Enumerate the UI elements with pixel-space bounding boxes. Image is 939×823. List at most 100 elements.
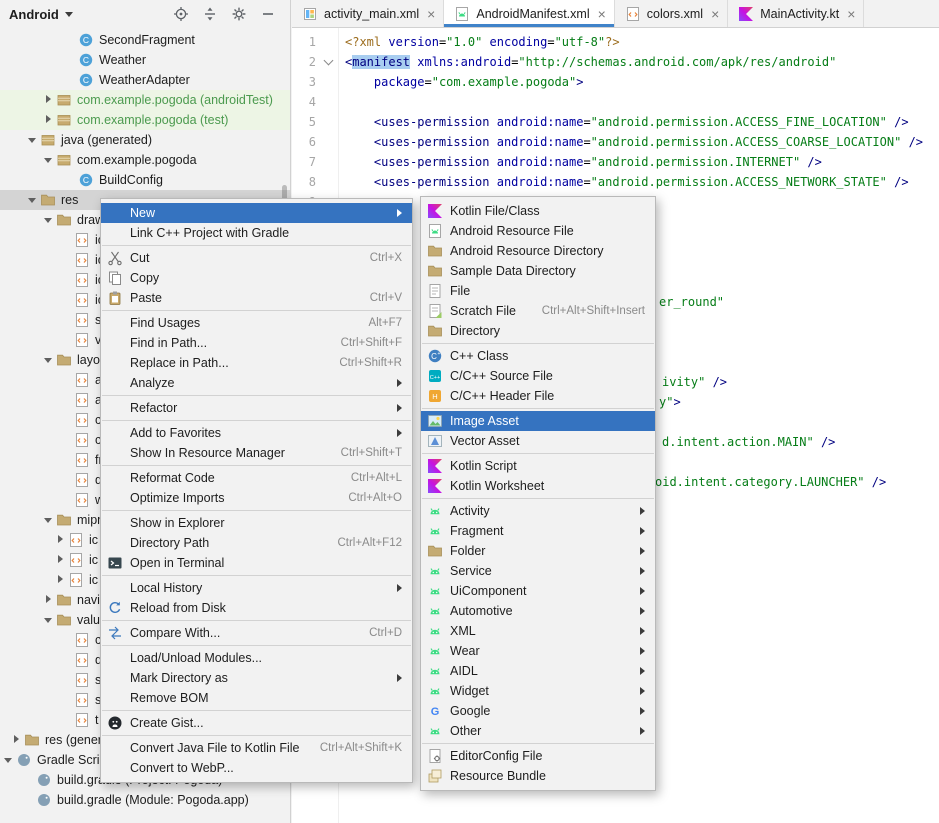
tree-item-java-generated[interactable]: java (generated) — [0, 130, 290, 150]
expand-arrow-icon[interactable] — [52, 550, 68, 570]
tab-androidmanifest-xml[interactable]: AndroidManifest.xml× — [444, 0, 614, 27]
menu-item-open-in-terminal[interactable]: Open in Terminal — [101, 553, 412, 573]
menu-item-convert-to-webp[interactable]: Convert to WebP... — [101, 758, 412, 778]
menu-item-local-history[interactable]: Local History — [101, 578, 412, 598]
menu-item-editorconfig-file[interactable]: EditorConfig File — [421, 746, 655, 766]
menu-item-replace-in-path[interactable]: Replace in Path...Ctrl+Shift+R — [101, 353, 412, 373]
menu-item-optimize-imports[interactable]: Optimize ImportsCtrl+Alt+O — [101, 488, 412, 508]
code-token: <uses-permission — [374, 155, 490, 169]
tree-item-com-example-pogoda-androidtest[interactable]: com.example.pogoda (androidTest) — [0, 90, 290, 110]
tree-item-weather[interactable]: CWeather — [0, 50, 290, 70]
target-icon[interactable] — [173, 6, 189, 22]
menu-item-link-c-project-with-gradle[interactable]: Link C++ Project with Gradle — [101, 223, 412, 243]
menu-item-c-c-header-file[interactable]: HC/C++ Header File — [421, 386, 655, 406]
expand-arrow-icon[interactable] — [0, 750, 16, 770]
menu-item-analyze[interactable]: Analyze — [101, 373, 412, 393]
menu-item-create-gist[interactable]: Create Gist... — [101, 713, 412, 733]
gear-icon[interactable] — [231, 6, 247, 22]
expand-arrow-icon[interactable] — [24, 190, 40, 210]
menu-item-uicomponent[interactable]: UiComponent — [421, 581, 655, 601]
menu-item-copy[interactable]: Copy — [101, 268, 412, 288]
tree-item-com-example-pogoda-test[interactable]: com.example.pogoda (test) — [0, 110, 290, 130]
menu-item-aidl[interactable]: AIDL — [421, 661, 655, 681]
tree-item-secondfragment[interactable]: CSecondFragment — [0, 30, 290, 50]
menu-item-remove-bom[interactable]: Remove BOM — [101, 688, 412, 708]
tree-item-com-example-pogoda[interactable]: com.example.pogoda — [0, 150, 290, 170]
expand-arrow-icon[interactable] — [40, 90, 56, 110]
menu-item-android-resource-file[interactable]: Android Resource File — [421, 221, 655, 241]
menu-item-folder[interactable]: Folder — [421, 541, 655, 561]
expand-arrow-icon[interactable] — [40, 510, 56, 530]
menu-item-file[interactable]: File — [421, 281, 655, 301]
menu-item-resource-bundle[interactable]: Resource Bundle — [421, 766, 655, 786]
menu-item-image-asset[interactable]: Image Asset — [421, 411, 655, 431]
tree-arrow-spacer — [62, 70, 78, 90]
android-icon — [427, 643, 445, 659]
menu-item-scratch-file[interactable]: Scratch FileCtrl+Alt+Shift+Insert — [421, 301, 655, 321]
expand-arrow-icon[interactable] — [52, 530, 68, 550]
menu-item-wear[interactable]: Wear — [421, 641, 655, 661]
menu-item-directory[interactable]: Directory — [421, 321, 655, 341]
collapse-all-icon[interactable] — [202, 6, 218, 22]
menu-item-refactor[interactable]: Refactor — [101, 398, 412, 418]
xml-file-icon — [625, 6, 641, 22]
menu-item-other[interactable]: Other — [421, 721, 655, 741]
menu-item-sample-data-directory[interactable]: Sample Data Directory — [421, 261, 655, 281]
menu-item-cut[interactable]: CutCtrl+X — [101, 248, 412, 268]
menu-item-automotive[interactable]: Automotive — [421, 601, 655, 621]
menu-item-add-to-favorites[interactable]: Add to Favorites — [101, 423, 412, 443]
tree-item-build-gradle-module-pogoda-app[interactable]: build.gradle (Module: Pogoda.app) — [0, 790, 290, 810]
code-token: = — [424, 75, 431, 89]
close-icon[interactable]: × — [711, 7, 719, 21]
expand-arrow-icon[interactable] — [40, 110, 56, 130]
tree-item-weatheradapter[interactable]: CWeatherAdapter — [0, 70, 290, 90]
close-icon[interactable]: × — [427, 7, 435, 21]
menu-item-find-in-path[interactable]: Find in Path...Ctrl+Shift+F — [101, 333, 412, 353]
expand-arrow-icon[interactable] — [40, 210, 56, 230]
expand-arrow-icon[interactable] — [40, 150, 56, 170]
expand-arrow-icon[interactable] — [24, 130, 40, 150]
expand-arrow-icon[interactable] — [40, 590, 56, 610]
fold-arrow-icon[interactable] — [324, 56, 334, 66]
menu-item-load-unload-modules[interactable]: Load/Unload Modules... — [101, 648, 412, 668]
menu-item-kotlin-file-class[interactable]: Kotlin File/Class — [421, 201, 655, 221]
close-icon[interactable]: × — [847, 7, 855, 21]
menu-item-kotlin-worksheet[interactable]: Kotlin Worksheet — [421, 476, 655, 496]
menu-item-xml[interactable]: XML — [421, 621, 655, 641]
menu-item-show-in-explorer[interactable]: Show in Explorer — [101, 513, 412, 533]
menu-item-find-usages[interactable]: Find UsagesAlt+F7 — [101, 313, 412, 333]
expand-arrow-icon[interactable] — [40, 610, 56, 630]
menu-item-new[interactable]: New — [101, 203, 412, 223]
menu-item-convert-java-file-to-kotlin-file[interactable]: Convert Java File to Kotlin FileCtrl+Alt… — [101, 738, 412, 758]
tree-arrow-spacer — [58, 390, 74, 410]
close-icon[interactable]: × — [598, 7, 606, 21]
menu-item-reload-from-disk[interactable]: Reload from Disk — [101, 598, 412, 618]
menu-item-show-in-resource-manager[interactable]: Show In Resource ManagerCtrl+Shift+T — [101, 443, 412, 463]
project-view-selector[interactable]: Android — [9, 7, 73, 22]
menu-item-kotlin-script[interactable]: Kotlin Script — [421, 456, 655, 476]
expand-arrow-icon[interactable] — [52, 570, 68, 590]
tree-item-label: BuildConfig — [99, 173, 163, 187]
menu-item-activity[interactable]: Activity — [421, 501, 655, 521]
menu-item-mark-directory-as[interactable]: Mark Directory as — [101, 668, 412, 688]
menu-item-google[interactable]: GGoogle — [421, 701, 655, 721]
tab-colors-xml[interactable]: colors.xml× — [615, 0, 728, 27]
hide-panel-icon[interactable] — [260, 6, 276, 22]
menu-item-c-c-source-file[interactable]: C++C/C++ Source File — [421, 366, 655, 386]
expand-arrow-icon[interactable] — [40, 350, 56, 370]
tab-mainactivity-kt[interactable]: MainActivity.kt× — [728, 0, 864, 27]
tree-indent — [0, 320, 58, 321]
menu-item-directory-path[interactable]: Directory PathCtrl+Alt+F12 — [101, 533, 412, 553]
menu-item-service[interactable]: Service — [421, 561, 655, 581]
menu-item-widget[interactable]: Widget — [421, 681, 655, 701]
menu-item-android-resource-directory[interactable]: Android Resource Directory — [421, 241, 655, 261]
menu-item-vector-asset[interactable]: Vector Asset — [421, 431, 655, 451]
menu-item-paste[interactable]: PasteCtrl+V — [101, 288, 412, 308]
menu-item-compare-with[interactable]: Compare With...Ctrl+D — [101, 623, 412, 643]
menu-item-reformat-code[interactable]: Reformat CodeCtrl+Alt+L — [101, 468, 412, 488]
menu-item-fragment[interactable]: Fragment — [421, 521, 655, 541]
tab-activity-main-xml[interactable]: activity_main.xml× — [292, 0, 444, 27]
menu-item-c-class[interactable]: C+C++ Class — [421, 346, 655, 366]
expand-arrow-icon[interactable] — [8, 730, 24, 750]
tree-item-buildconfig[interactable]: CBuildConfig — [0, 170, 290, 190]
